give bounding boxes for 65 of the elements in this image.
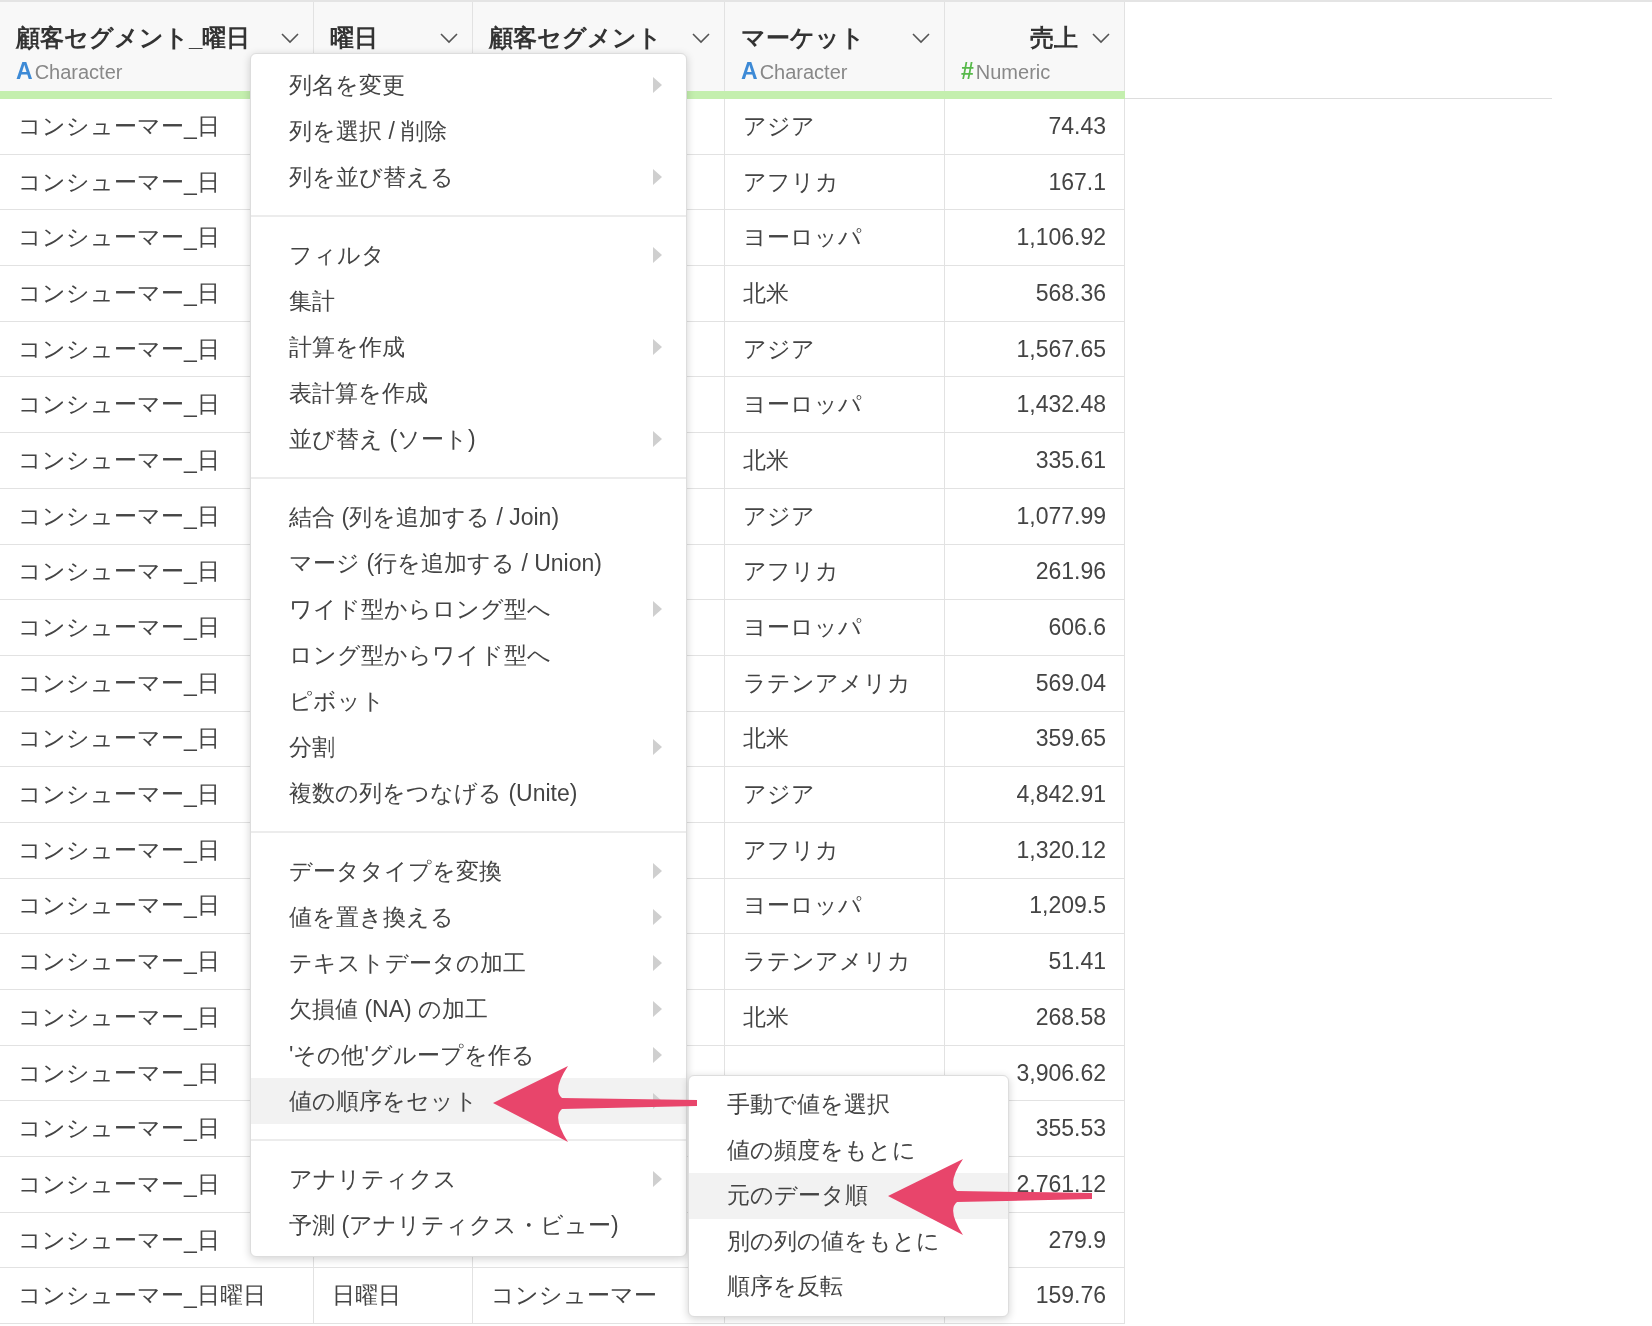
chevron-down-icon[interactable] <box>440 32 458 44</box>
type-icon: A <box>741 58 758 85</box>
type-icon: A <box>16 58 33 85</box>
chevron-down-icon[interactable] <box>912 32 930 44</box>
chevron-down-icon[interactable] <box>1092 32 1110 44</box>
submenu-arrow-icon <box>653 431 662 447</box>
column-header[interactable]: 売上 <box>1030 22 1078 54</box>
submenu-arrow-icon <box>653 77 662 93</box>
table-cell: ラテンアメリカ <box>725 934 945 990</box>
table-cell: 1,209.5 <box>945 878 1125 935</box>
submenu-arrow-icon <box>653 1047 662 1063</box>
table-cell: 261.96 <box>945 544 1125 601</box>
column-type: Character <box>34 61 123 84</box>
table-cell: アフリカ <box>725 154 945 211</box>
table-cell: 359.65 <box>945 711 1125 768</box>
table-cell: 日曜日 <box>314 1268 473 1325</box>
column-type: Character <box>759 61 848 84</box>
table-cell: 1,432.48 <box>945 377 1125 434</box>
table-cell: ヨーロッパ <box>725 878 945 935</box>
column-header[interactable]: マーケット <box>741 22 865 54</box>
table-cell: 北米 <box>725 433 945 489</box>
table-cell: 606.6 <box>945 600 1125 656</box>
type-icon: # <box>961 58 974 85</box>
table-cell: アジア <box>725 99 945 155</box>
table-cell: 74.43 <box>945 99 1125 155</box>
table-cell: 北米 <box>725 990 945 1046</box>
table-cell: 1,320.12 <box>945 822 1125 879</box>
table-cell: 167.1 <box>945 154 1125 211</box>
chevron-down-icon[interactable] <box>692 32 710 44</box>
table-cell: 北米 <box>725 266 945 322</box>
table-cell: 568.36 <box>945 266 1125 322</box>
submenu-arrow-icon <box>653 863 662 879</box>
submenu-arrow-icon <box>653 909 662 925</box>
table-cell: コンシューマー_日曜日 <box>0 1268 314 1325</box>
submenu-arrow-icon <box>653 247 662 263</box>
table-cell: 1,077.99 <box>945 488 1125 545</box>
column-header[interactable]: 顧客セグメント_曜日 <box>16 22 251 54</box>
table-cell: 335.61 <box>945 433 1125 489</box>
table-cell: ラテンアメリカ <box>725 655 945 712</box>
table-cell: アフリカ <box>725 822 945 879</box>
column-type: Numeric <box>975 61 1051 84</box>
table-cell: 268.58 <box>945 990 1125 1046</box>
column-header[interactable]: 曜日 <box>330 22 378 54</box>
table-cell: アジア <box>725 321 945 378</box>
table-cell: アジア <box>725 488 945 545</box>
submenu-arrow-icon <box>653 1001 662 1017</box>
submenu-arrow-icon <box>653 739 662 755</box>
table-cell: 4,842.91 <box>945 767 1125 823</box>
table-cell: ヨーロッパ <box>725 377 945 434</box>
table-cell: ヨーロッパ <box>725 210 945 267</box>
chevron-down-icon[interactable] <box>281 32 299 44</box>
table-cell: アフリカ <box>725 544 945 601</box>
table-cell: アジア <box>725 767 945 823</box>
table-cell: 北米 <box>725 711 945 768</box>
table-cell: ヨーロッパ <box>725 600 945 656</box>
submenu-arrow-icon <box>653 339 662 355</box>
table-cell: 1,567.65 <box>945 321 1125 378</box>
column-header[interactable]: 顧客セグメント <box>489 22 662 54</box>
submenu-arrow-icon <box>653 169 662 185</box>
submenu-arrow-icon <box>653 601 662 617</box>
table-cell: 51.41 <box>945 934 1125 990</box>
table-cell: 569.04 <box>945 655 1125 712</box>
table-cell: 1,106.92 <box>945 210 1125 267</box>
submenu-arrow-icon <box>653 1171 662 1187</box>
submenu-arrow-icon <box>653 955 662 971</box>
